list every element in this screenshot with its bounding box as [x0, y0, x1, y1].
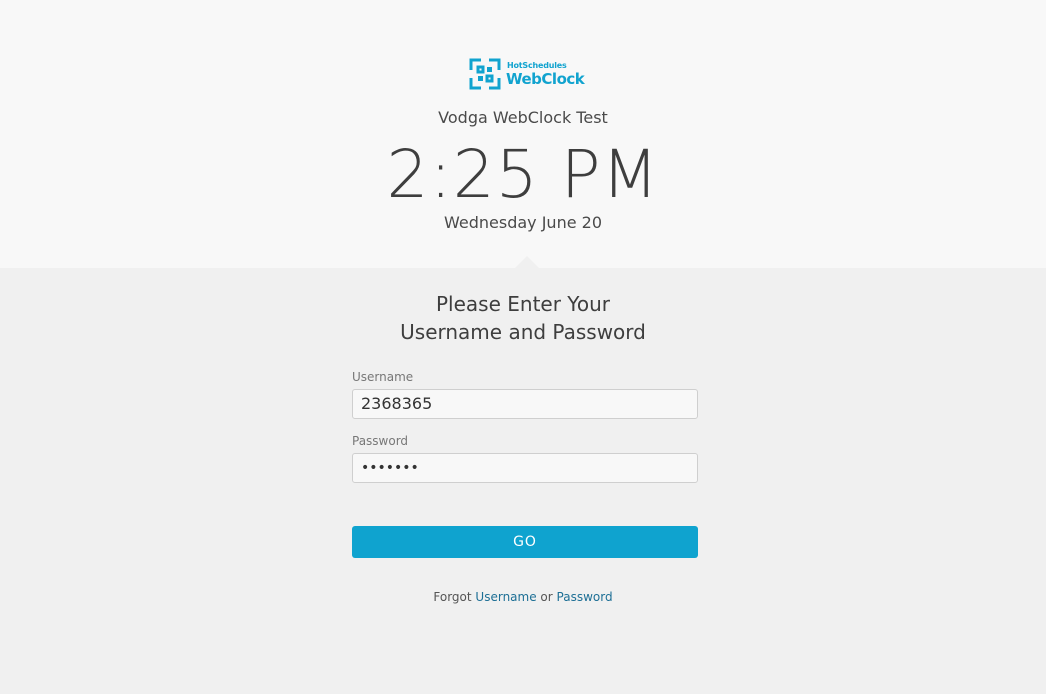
- login-heading-line2: Username and Password: [400, 320, 646, 344]
- login-heading: Please Enter Your Username and Password: [0, 290, 1046, 346]
- username-label: Username: [352, 370, 414, 384]
- site-name: Vodga WebClock Test: [438, 108, 608, 127]
- logo-title: WebClock: [506, 70, 585, 88]
- password-label: Password: [352, 434, 409, 448]
- forgot-credentials: Forgot Username or Password: [0, 590, 1046, 604]
- forgot-or: or: [540, 590, 553, 604]
- forgot-username-link[interactable]: Username: [475, 590, 536, 604]
- go-button[interactable]: GO: [352, 526, 698, 558]
- login-heading-line1: Please Enter Your: [436, 292, 610, 316]
- current-date: Wednesday June 20: [443, 213, 602, 232]
- forgot-password-link[interactable]: Password: [557, 590, 613, 604]
- logo-subtitle: HotSchedules: [507, 61, 567, 70]
- webclock-logo: HotSchedules WebClock: [469, 58, 589, 92]
- header-pointer: [515, 256, 539, 268]
- webclock-logo-icon: [469, 58, 501, 90]
- password-input[interactable]: •••••••: [352, 453, 698, 483]
- username-input[interactable]: 2368365: [352, 389, 698, 419]
- current-time: 2:25 PM: [386, 136, 660, 213]
- forgot-prefix: Forgot: [433, 590, 472, 604]
